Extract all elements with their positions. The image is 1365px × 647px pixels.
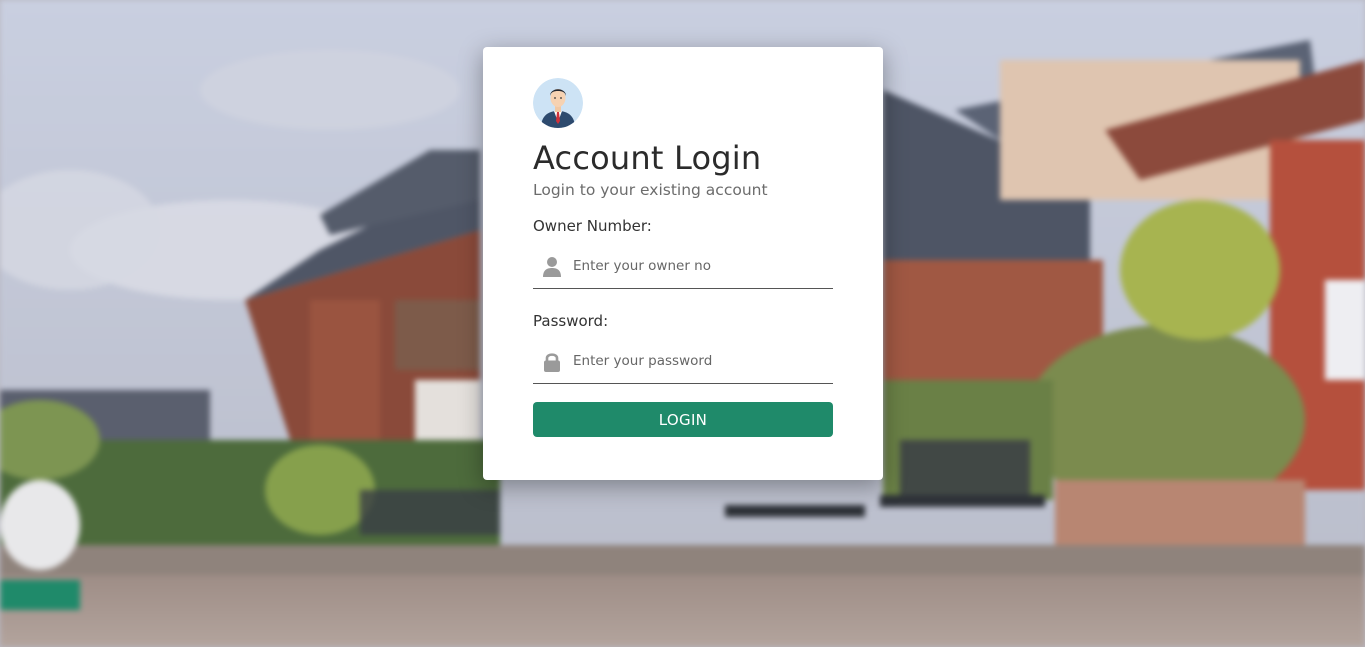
businessman-avatar-icon — [533, 78, 583, 128]
owner-number-label: Owner Number: — [533, 217, 652, 235]
password-label: Password: — [533, 312, 609, 330]
login-page: Account Login Login to your existing acc… — [0, 0, 1365, 647]
password-field — [533, 340, 833, 384]
password-input[interactable] — [573, 340, 828, 382]
login-card: Account Login Login to your existing acc… — [483, 47, 883, 480]
page-title: Account Login — [533, 139, 762, 177]
user-icon — [542, 256, 562, 278]
login-button[interactable]: LOGIN — [533, 402, 833, 437]
page-subtitle: Login to your existing account — [533, 181, 768, 199]
lock-icon — [542, 351, 562, 373]
owner-number-field — [533, 245, 833, 289]
owner-number-input[interactable] — [573, 245, 828, 287]
